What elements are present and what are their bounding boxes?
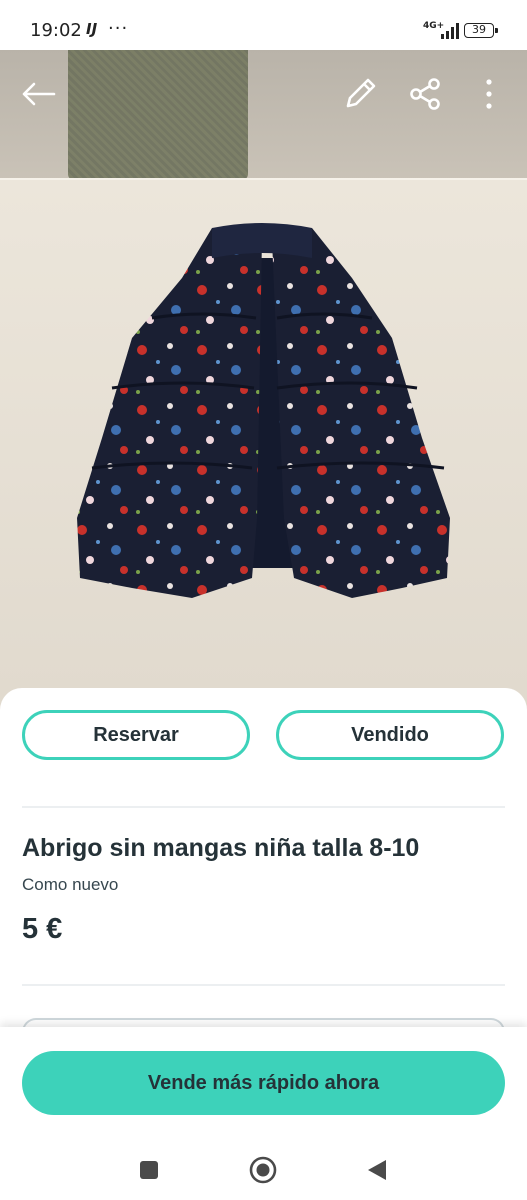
vest-photo	[77, 223, 450, 598]
system-back-button[interactable]	[362, 1155, 392, 1185]
divider	[22, 806, 505, 808]
circle-icon	[249, 1156, 277, 1184]
triangle-back-icon	[368, 1160, 386, 1180]
item-price: 5 €	[22, 913, 63, 945]
carrier-icon: IJ	[86, 20, 98, 38]
item-condition: Como nuevo	[22, 875, 119, 894]
more-notifications-icon: ···	[108, 18, 129, 39]
square-icon	[140, 1161, 158, 1179]
recents-button[interactable]	[134, 1155, 164, 1185]
divider	[22, 984, 505, 986]
more-vert-icon	[486, 79, 492, 109]
item-photo-gallery[interactable]	[0, 50, 527, 710]
share-button[interactable]	[403, 72, 447, 116]
top-app-bar	[0, 50, 527, 140]
edit-button[interactable]	[338, 72, 382, 116]
system-nav-bar	[0, 1137, 527, 1200]
signal-icon	[441, 23, 459, 39]
bottom-cta-bar: Vende más rápido ahora	[0, 1027, 527, 1137]
battery-icon: 39	[464, 23, 498, 38]
back-button[interactable]	[16, 72, 60, 116]
reserve-button[interactable]: Reservar	[22, 710, 250, 760]
pencil-icon	[346, 78, 376, 108]
share-icon	[410, 78, 440, 110]
item-title: Abrigo sin mangas niña talla 8-10	[22, 834, 420, 862]
status-time: 19:02	[30, 20, 82, 41]
home-button[interactable]	[248, 1155, 278, 1185]
sell-faster-button[interactable]: Vende más rápido ahora	[22, 1051, 505, 1115]
arrow-left-icon	[22, 82, 56, 106]
mark-sold-button[interactable]: Vendido	[276, 710, 504, 760]
more-options-button[interactable]	[467, 72, 511, 116]
